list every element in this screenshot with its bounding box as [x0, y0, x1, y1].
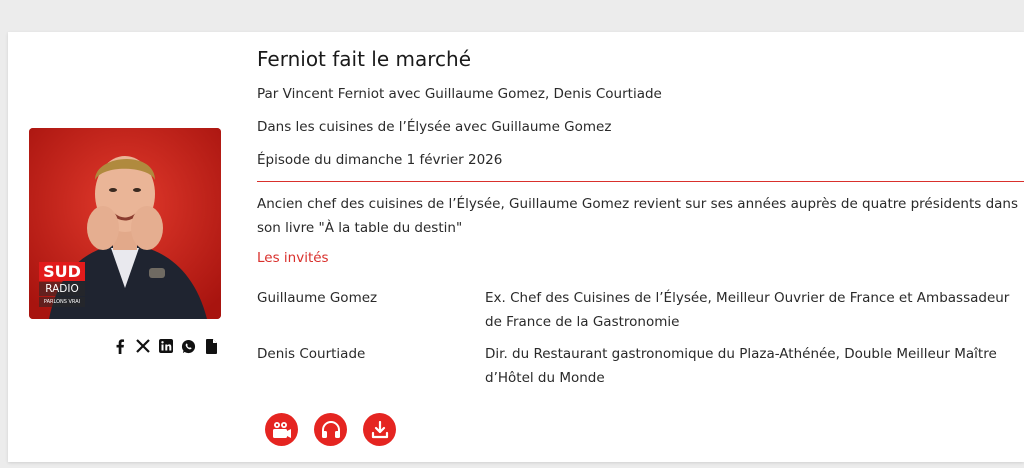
listen-button[interactable] [314, 413, 347, 446]
guests-heading: Les invités [257, 250, 329, 266]
linkedin-icon[interactable] [157, 338, 174, 355]
copy-icon[interactable] [203, 338, 220, 355]
guest-name: Denis Courtiade [257, 346, 366, 362]
show-title[interactable]: Ferniot fait le marché [257, 47, 471, 71]
video-camera-icon [272, 421, 291, 438]
radio-logo-text: RADIO [39, 282, 85, 296]
episode-cover-image[interactable]: SUD RADIO PARLONS VRAI [29, 128, 221, 319]
sud-logo: SUD [39, 262, 85, 281]
facebook-icon[interactable] [111, 338, 128, 355]
x-icon[interactable] [134, 338, 151, 355]
episode-date: Épisode du dimanche 1 février 2026 [257, 152, 503, 168]
logo-tagline: PARLONS VRAI [39, 297, 85, 307]
video-button[interactable] [265, 413, 298, 446]
episode-title: Dans les cuisines de l’Élysée avec Guill… [257, 119, 612, 135]
divider [257, 181, 1024, 182]
whatsapp-icon[interactable] [180, 338, 197, 355]
download-button[interactable] [363, 413, 396, 446]
share-bar [111, 337, 220, 355]
download-icon [371, 420, 388, 438]
guest-name: Guillaume Gomez [257, 290, 378, 306]
hosts-line: Par Vincent Ferniot avec Guillaume Gomez… [257, 86, 662, 102]
episode-description: Ancien chef des cuisines de l’Élysée, Gu… [257, 196, 1018, 236]
headphones-icon [321, 420, 340, 438]
episode-actions [265, 413, 396, 446]
guest-role: Ex. Chef des Cuisines de l’Élysée, Meill… [485, 290, 1010, 330]
guest-role: Dir. du Restaurant gastronomique du Plaz… [485, 346, 997, 386]
